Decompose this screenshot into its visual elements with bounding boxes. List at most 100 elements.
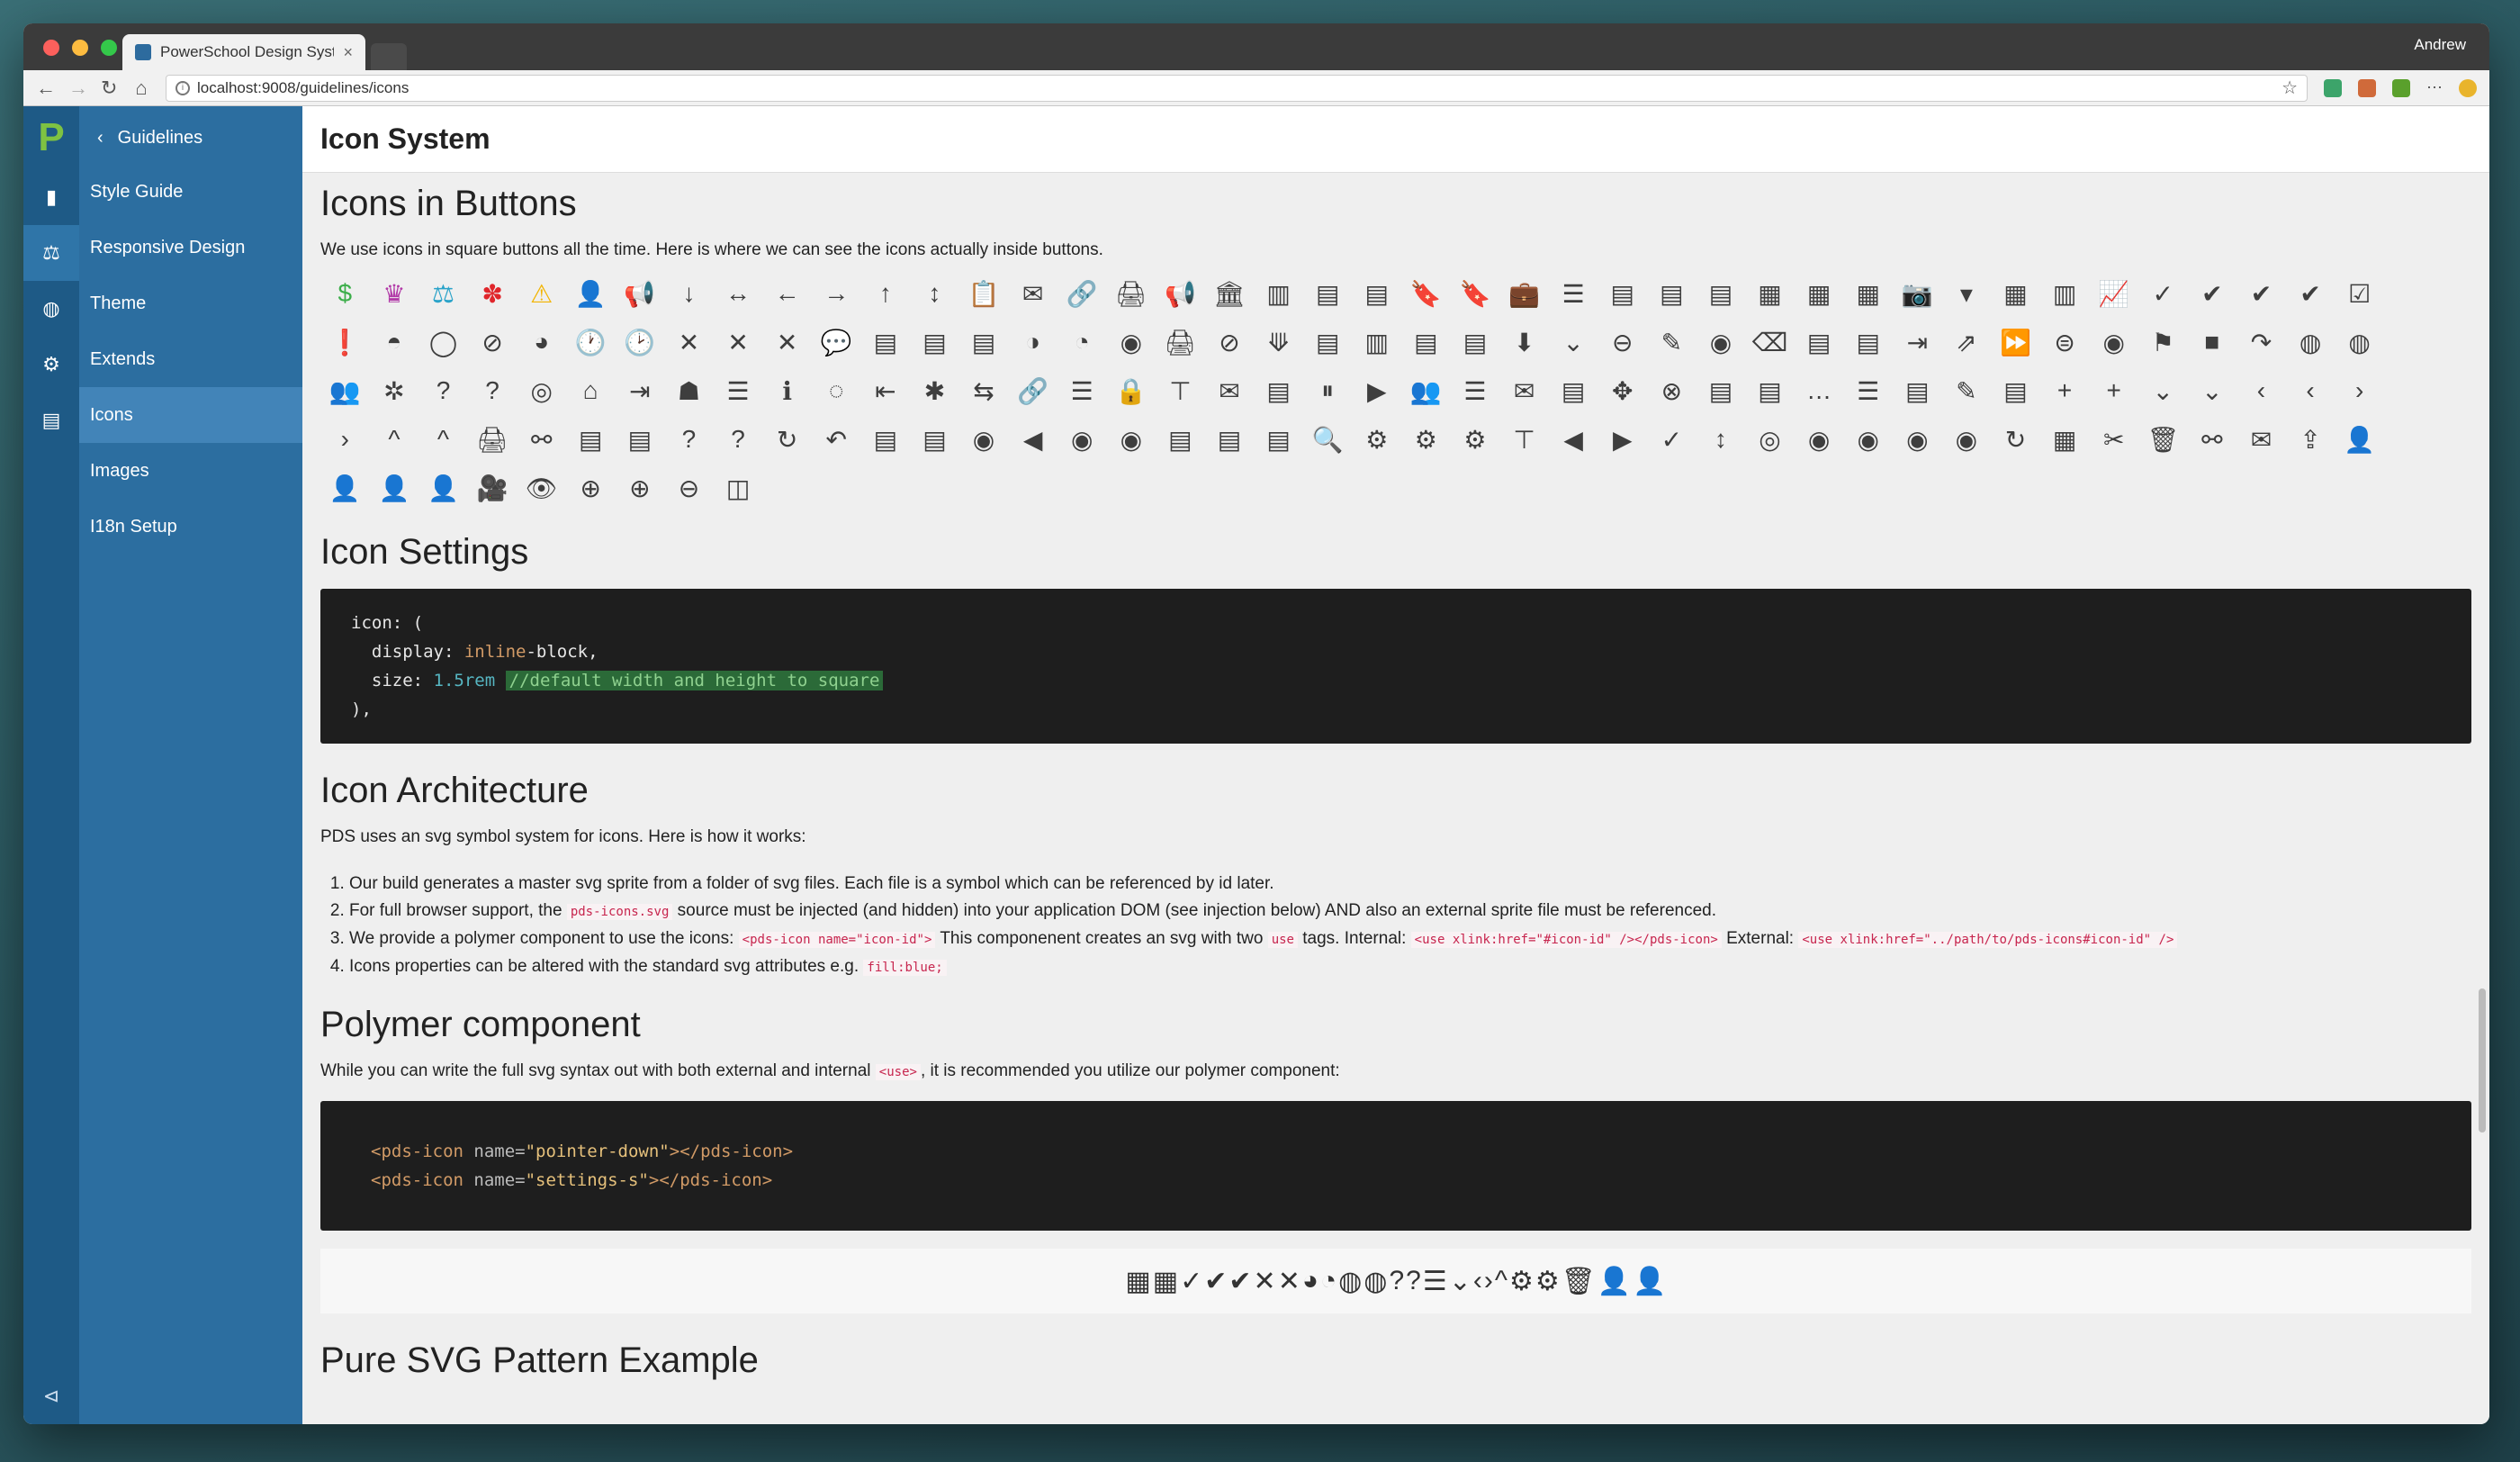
sidebar-item-images[interactable]: Images [79, 443, 302, 499]
close-window-button[interactable] [43, 40, 59, 56]
address-bar[interactable]: i localhost:9008/guidelines/icons ☆ [166, 74, 2308, 102]
icon-button[interactable]: 💬 [812, 318, 861, 366]
icon-button[interactable]: ⏩ [1991, 318, 2040, 366]
sidebar-item-responsive-design[interactable]: Responsive Design [79, 220, 302, 275]
icon-button[interactable]: ◉ [1893, 415, 1942, 464]
back-to-guidelines[interactable]: ‹ Guidelines [79, 112, 302, 164]
icon-button[interactable]: › [2335, 366, 2384, 415]
icon-button[interactable]: 📢 [616, 269, 665, 318]
globe-icon[interactable]: ◍ [23, 281, 79, 337]
icon-button[interactable]: 👥 [1401, 366, 1451, 415]
icon-button[interactable]: 💼 [1499, 269, 1549, 318]
responsive-design-icon[interactable]: ⚖ [23, 225, 79, 281]
icon-button[interactable]: … [1795, 366, 1844, 415]
gear-icon[interactable]: ⚙ [23, 337, 79, 393]
icon-button[interactable]: ✔ [2188, 269, 2237, 318]
icon-button[interactable]: 👤 [320, 464, 370, 512]
icon-button[interactable]: ◉ [1696, 318, 1746, 366]
icon-button[interactable]: ▶ [1598, 415, 1647, 464]
icon-button[interactable]: ♛ [370, 269, 419, 318]
home-icon[interactable]: ⌂ [133, 77, 149, 100]
icon-button[interactable]: ▤ [910, 415, 959, 464]
icon-button[interactable]: ▤ [861, 415, 911, 464]
icon-button[interactable]: ▤ [1843, 318, 1893, 366]
icon-button[interactable]: ‹ [2286, 366, 2336, 415]
icon-button[interactable]: ▾ [1942, 269, 1992, 318]
icon-button[interactable]: ▤ [1254, 415, 1303, 464]
icon-button[interactable]: ◉ [2089, 318, 2138, 366]
icon-button[interactable]: + [2040, 366, 2090, 415]
icon-button[interactable]: → [812, 269, 861, 318]
icon-button[interactable]: ▦ [2040, 415, 2090, 464]
icon-button[interactable]: ◍ [2335, 318, 2384, 366]
icon-button[interactable]: 🔗 [1058, 269, 1107, 318]
sidebar-item-icons[interactable]: Icons [79, 387, 302, 443]
maximize-window-button[interactable] [101, 40, 117, 56]
scrollbar[interactable] [2479, 988, 2486, 1133]
icon-button[interactable]: ▥ [2040, 269, 2090, 318]
icon-button[interactable]: ▶ [1352, 366, 1401, 415]
style-guide-icon[interactable]: ▮ [23, 169, 79, 225]
extension-icon[interactable] [2358, 78, 2376, 97]
icon-button[interactable]: ✕ [664, 318, 714, 366]
icon-button[interactable]: 📷 [1893, 269, 1942, 318]
icon-button[interactable]: ◉ [1107, 415, 1156, 464]
icon-button[interactable]: ⚙ [1451, 415, 1500, 464]
icon-button[interactable]: ⊕ [566, 464, 616, 512]
icon-button[interactable]: ▤ [1451, 318, 1500, 366]
icon-button[interactable]: ◉ [1942, 415, 1992, 464]
icon-button[interactable]: ◔ [1058, 318, 1107, 366]
icon-button[interactable]: ⇪ [2286, 415, 2336, 464]
icon-button[interactable]: ▤ [1991, 366, 2040, 415]
extension-icon[interactable] [2459, 78, 2477, 97]
icon-button[interactable]: ▤ [1254, 366, 1303, 415]
icon-button[interactable]: ✉ [1499, 366, 1549, 415]
icon-button[interactable]: 👤 [418, 464, 468, 512]
icon-button[interactable]: ⌄ [1549, 318, 1598, 366]
icon-button[interactable]: ◎ [517, 366, 566, 415]
icon-button[interactable]: ⚠ [517, 269, 566, 318]
icon-button[interactable]: ⊘ [468, 318, 518, 366]
icon-button[interactable]: ▤ [566, 415, 616, 464]
icon-button[interactable]: ⬇ [1499, 318, 1549, 366]
icon-button[interactable]: ▤ [1696, 366, 1746, 415]
icon-button[interactable]: ◀ [1549, 415, 1598, 464]
icon-button[interactable]: 🔖 [1401, 269, 1451, 318]
icon-button[interactable]: 📢 [1156, 269, 1205, 318]
icon-button[interactable]: ? [664, 415, 714, 464]
bookmark-star-icon[interactable]: ☆ [2282, 77, 2298, 99]
url-text[interactable]: localhost:9008/guidelines/icons [197, 79, 2274, 97]
icon-button[interactable]: ⚙ [1352, 415, 1401, 464]
icon-button[interactable]: 🖨 [468, 415, 518, 464]
icon-button[interactable]: ⊘ [1205, 318, 1255, 366]
icon-button[interactable]: ↓ [664, 269, 714, 318]
icon-button[interactable]: ❗ [320, 318, 370, 366]
icon-button[interactable]: 📋 [959, 269, 1009, 318]
icon-button[interactable]: ◯ [418, 318, 468, 366]
extension-icon[interactable] [2324, 78, 2342, 97]
icon-button[interactable]: ✉ [2236, 415, 2286, 464]
icon-button[interactable]: ☰ [1843, 366, 1893, 415]
icon-button[interactable]: ? [468, 366, 518, 415]
icon-button[interactable]: ✎ [1942, 366, 1992, 415]
icon-button[interactable]: ◌ [812, 366, 861, 415]
icon-button[interactable]: ✕ [762, 318, 812, 366]
icon-button[interactable]: ⇥ [616, 366, 665, 415]
icon-button[interactable]: ◉ [1107, 318, 1156, 366]
icon-button[interactable]: ▤ [861, 318, 911, 366]
icon-button[interactable]: ◎ [1745, 415, 1795, 464]
icon-button[interactable]: ▤ [1549, 366, 1598, 415]
icon-button[interactable]: ↶ [812, 415, 861, 464]
icon-button[interactable]: ⇤ [861, 366, 911, 415]
icon-button[interactable]: ◉ [959, 415, 1009, 464]
icon-button[interactable]: ☰ [1451, 366, 1500, 415]
icon-button[interactable]: ◫ [714, 464, 763, 512]
icon-button[interactable]: ⊤ [1156, 366, 1205, 415]
icon-button[interactable]: 🏛 [1205, 269, 1255, 318]
new-tab-button[interactable] [371, 43, 407, 70]
icon-button[interactable]: ▤ [1401, 318, 1451, 366]
icon-button[interactable]: ▦ [1795, 269, 1844, 318]
icon-button[interactable]: ⚑ [2138, 318, 2188, 366]
forward-arrow-icon[interactable]: → [68, 77, 88, 100]
icon-button[interactable]: ⌄ [2138, 366, 2188, 415]
